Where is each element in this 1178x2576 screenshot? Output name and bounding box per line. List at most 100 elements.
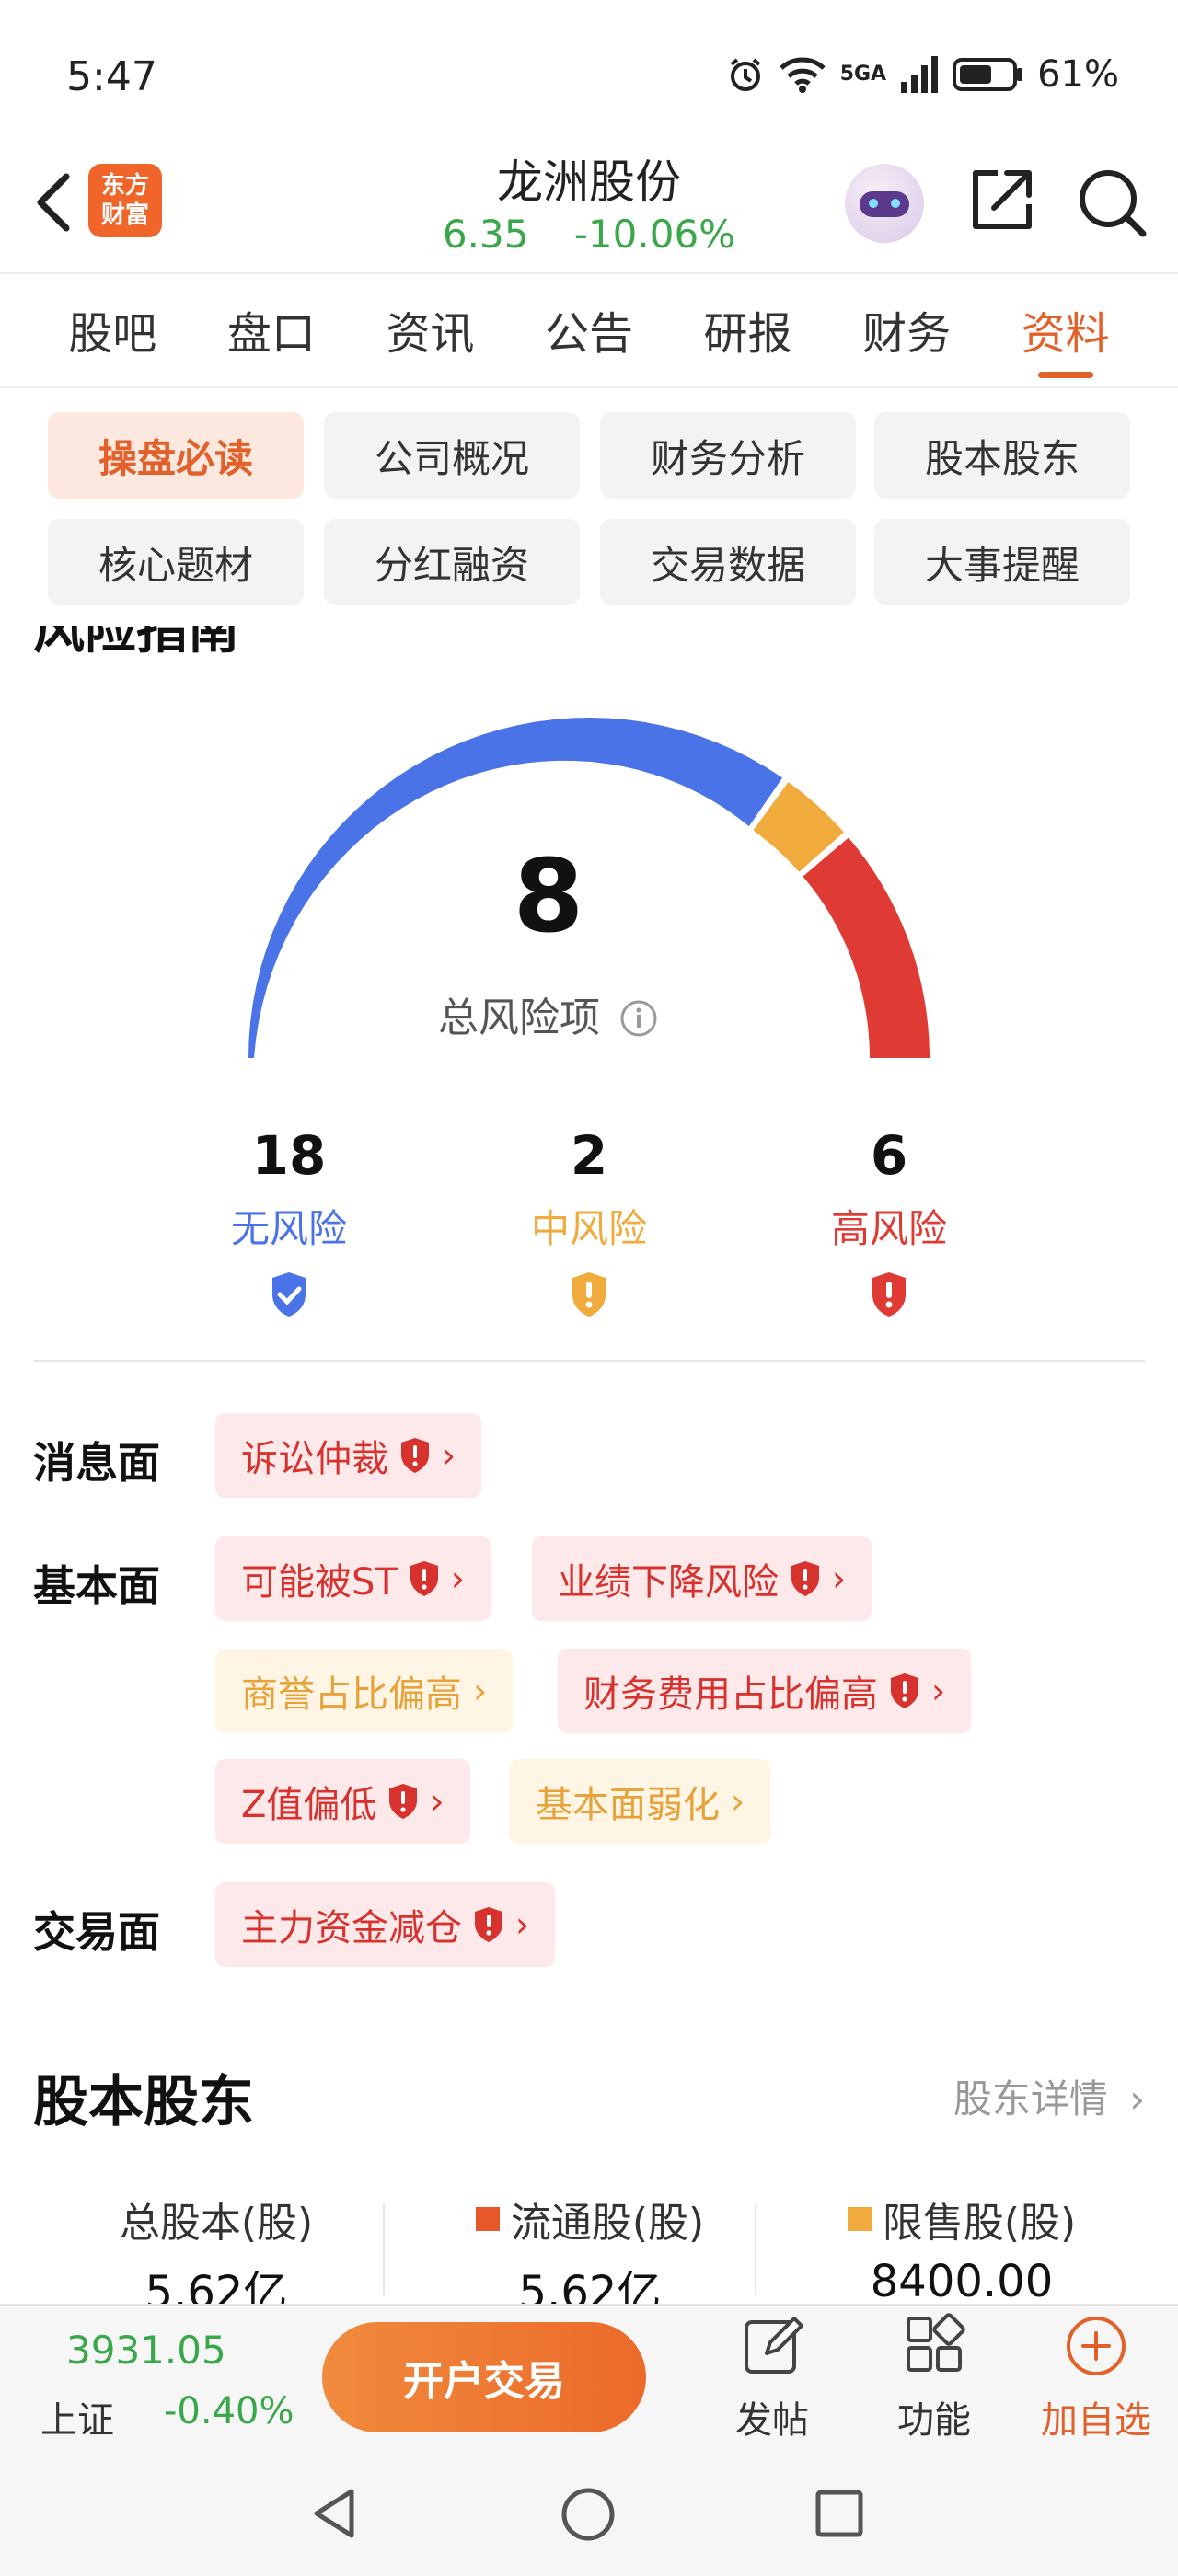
subnav-financial-analysis[interactable]: 财务分析: [600, 412, 856, 499]
shield-check-icon: [272, 1272, 306, 1317]
chevron-right-icon: ›: [515, 1904, 530, 1945]
total-risk-label: 总风险项: [0, 984, 1097, 1043]
open-account-trade-button[interactable]: 开户交易: [322, 2322, 646, 2432]
risk-section-title: 风险指南: [33, 626, 272, 653]
subnav-trading-data[interactable]: 交易数据: [600, 519, 856, 605]
risk-tag-earnings-decline[interactable]: 业绩下降风险 ›: [532, 1536, 872, 1621]
risk-tag-goodwill-high[interactable]: 商誉占比偏高 ›: [215, 1649, 514, 1733]
alarm-icon: [730, 58, 760, 91]
risk-divider: [33, 1360, 1145, 1362]
total-risk-count: 8: [513, 837, 584, 955]
battery-icon: [953, 58, 1023, 91]
shield-alert-icon: [410, 1561, 438, 1596]
wifi-icon: [779, 57, 826, 93]
risk-tag-litigation[interactable]: 诉讼仲裁 ›: [215, 1413, 482, 1498]
shield-alert-icon: [389, 1784, 418, 1819]
chevron-right-icon: ›: [450, 1558, 466, 1599]
shield-warning-high-icon: [872, 1272, 906, 1317]
risk-tag-text: 商誉占比偏高: [241, 1673, 462, 1716]
tab-guba[interactable]: 股吧: [68, 279, 156, 380]
nav-home-icon[interactable]: [560, 2486, 617, 2543]
total-risk-label-text: 总风险项: [438, 995, 600, 1041]
add-watchlist-label: 加自选: [1041, 2399, 1151, 2442]
risk-tag-text: 财务费用占比偏高: [583, 1673, 878, 1716]
subnav-company-overview[interactable]: 公司概况: [324, 412, 580, 499]
risk-row-fundamentals-label: 基本面: [33, 1561, 160, 1611]
functions-button[interactable]: 功能: [874, 2313, 994, 2444]
circulating-legend-square: [475, 2207, 500, 2231]
risk-tag-low-z-score[interactable]: Z值偏低 ›: [215, 1759, 470, 1844]
medium-risk-label: 中风险: [530, 1206, 647, 1251]
tabs-divider: [0, 386, 1178, 388]
high-risk-summary[interactable]: 6 高风险: [769, 1124, 1009, 1322]
tab-announcements[interactable]: 公告: [545, 279, 633, 380]
index-change[interactable]: -0.40%: [164, 2390, 294, 2432]
status-bar: 5:47 5GA 61%: [0, 0, 1178, 156]
restricted-shares-value: 8400.00: [870, 2256, 1054, 2307]
shield-warning-medium-icon: [572, 1272, 606, 1317]
share-icon[interactable]: [966, 166, 1036, 236]
battery-level: 61%: [1037, 53, 1119, 96]
column-divider: [383, 2203, 385, 2295]
info-icon[interactable]: [618, 998, 659, 1039]
functions-label: 功能: [897, 2399, 971, 2442]
tab-pankou[interactable]: 盘口: [227, 279, 316, 380]
system-nav-bar: [0, 2449, 1178, 2576]
column-divider: [755, 2203, 756, 2295]
shield-alert-icon: [475, 1907, 502, 1942]
shield-alert-icon: [401, 1438, 429, 1473]
high-risk-count: 6: [870, 1124, 908, 1187]
risk-tag-fundamentals-weakening[interactable]: 基本面弱化 ›: [510, 1759, 771, 1844]
post-button[interactable]: 发帖: [712, 2313, 832, 2444]
risk-tag-finance-cost-high[interactable]: 财务费用占比偏高 ›: [558, 1649, 972, 1733]
network-type: 5GA: [839, 63, 887, 86]
medium-risk-summary[interactable]: 2 中风险: [469, 1124, 709, 1322]
restricted-shares-col: 限售股(股) 8400.00: [782, 2190, 1141, 2307]
index-name[interactable]: 上证: [40, 2390, 114, 2444]
shareholders-section-title: 股本股东: [33, 2070, 254, 2134]
nav-back-icon[interactable]: [307, 2486, 363, 2541]
index-value[interactable]: 3931.05: [66, 2328, 226, 2373]
tab-research[interactable]: 研报: [704, 279, 792, 380]
tab-news[interactable]: 资讯: [386, 279, 474, 380]
total-shares-label: 总股本(股): [119, 2200, 314, 2247]
tab-profile[interactable]: 资料: [1022, 279, 1110, 380]
restricted-legend-square: [847, 2207, 872, 2231]
chevron-right-icon: ›: [430, 1781, 445, 1822]
subnav-events[interactable]: 大事提醒: [874, 519, 1130, 605]
circulating-shares-label: 流通股(股): [510, 2200, 705, 2247]
risk-tag-text: 主力资金减仓: [241, 1907, 462, 1949]
shield-alert-icon: [791, 1561, 819, 1596]
subnav-dividends[interactable]: 分红融资: [324, 519, 580, 605]
assistant-robot-icon[interactable]: [845, 164, 924, 243]
tab-finance[interactable]: 财务: [862, 279, 951, 380]
high-risk-label: 高风险: [830, 1206, 947, 1251]
no-risk-count: 18: [251, 1124, 327, 1187]
risk-tag-main-fund-outflow[interactable]: 主力资金减仓 ›: [215, 1882, 556, 1967]
risk-tag-possible-st[interactable]: 可能被ST ›: [215, 1536, 491, 1621]
subnav-core-themes[interactable]: 核心题材: [48, 519, 304, 605]
no-risk-summary[interactable]: 18 无风险: [169, 1124, 409, 1322]
subnav-must-read[interactable]: 操盘必读: [48, 412, 304, 499]
restricted-shares-label: 限售股(股): [882, 2200, 1077, 2247]
shareholder-detail-text: 股东详情: [953, 2076, 1108, 2122]
subnav-shareholders[interactable]: 股本股东: [874, 412, 1130, 499]
add-watchlist-button[interactable]: 加自选: [1036, 2313, 1156, 2444]
search-icon[interactable]: [1075, 166, 1149, 239]
circulating-shares-col: 流通股(股) 5.62亿: [410, 2190, 769, 2320]
risk-tag-text: 基本面弱化: [536, 1784, 720, 1826]
chevron-right-icon: ›: [1129, 2076, 1145, 2122]
risk-tag-text: Z值偏低: [241, 1784, 377, 1826]
stock-change: -10.06%: [573, 212, 736, 257]
risk-tag-text: 可能被ST: [241, 1561, 398, 1604]
chevron-right-icon: ›: [731, 1781, 745, 1822]
shareholder-detail-link[interactable]: 股东详情 ›: [953, 2068, 1145, 2124]
chevron-right-icon: ›: [832, 1558, 847, 1599]
chevron-right-icon: ›: [442, 1435, 456, 1476]
risk-section-title-clipped: 风险指南: [33, 626, 272, 653]
main-tabs: 股吧 盘口 资讯 公告 研报 财务 资料: [0, 274, 1178, 385]
status-time: 5:47: [66, 53, 157, 100]
risk-row-news-label: 消息面: [33, 1438, 160, 1488]
no-risk-label: 无风险: [230, 1206, 347, 1251]
nav-recents-icon[interactable]: [814, 2488, 865, 2539]
